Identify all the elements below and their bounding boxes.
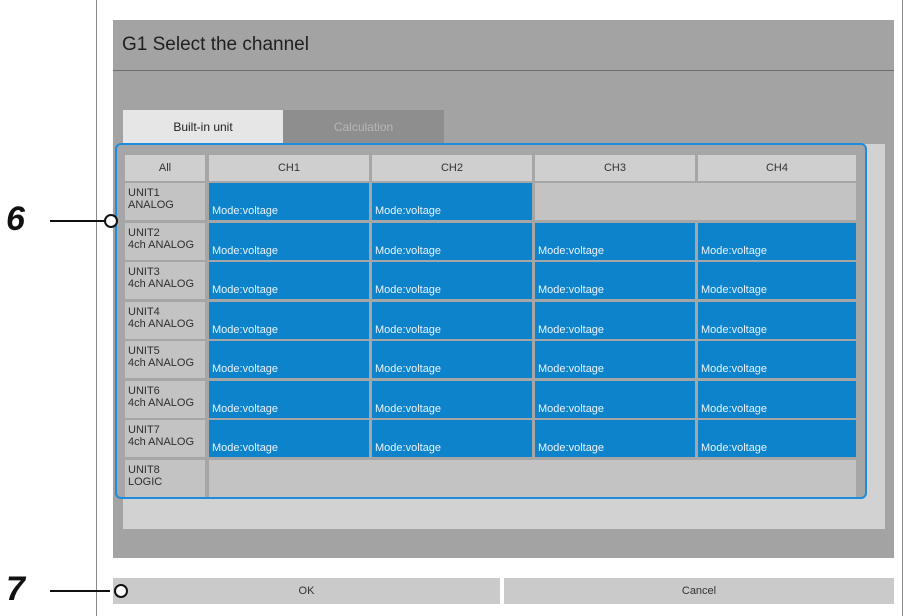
channel-cell[interactable]: Mode:voltage: [372, 302, 532, 339]
column-header-ch1[interactable]: CH1: [209, 155, 369, 181]
callout-7-dot: [114, 584, 128, 598]
unit-type: LOGIC: [128, 476, 163, 488]
unit-row-label[interactable]: UNIT8 LOGIC: [125, 460, 205, 497]
tab-calculation[interactable]: Calculation: [283, 110, 444, 144]
unit-row-label[interactable]: UNIT3 4ch ANALOG: [125, 262, 205, 299]
unit-type: 4ch ANALOG: [128, 239, 195, 251]
unit-row-label[interactable]: UNIT7 4ch ANALOG: [125, 420, 205, 457]
channel-cell[interactable]: Mode:voltage: [209, 183, 369, 220]
channel-cell[interactable]: Mode:voltage: [535, 223, 695, 260]
unit-type: 4ch ANALOG: [128, 278, 195, 290]
channel-cell[interactable]: Mode:voltage: [535, 420, 695, 457]
channel-cell[interactable]: Mode:voltage: [535, 381, 695, 418]
channel-cell[interactable]: Mode:voltage: [535, 341, 695, 378]
channel-cell[interactable]: Mode:voltage: [209, 262, 369, 299]
callout-6-line: [50, 220, 110, 222]
column-header-ch2[interactable]: CH2: [372, 155, 532, 181]
unit-row-label[interactable]: UNIT4 4ch ANALOG: [125, 302, 205, 339]
channel-cell[interactable]: Mode:voltage: [372, 262, 532, 299]
unit-name: UNIT7: [128, 424, 160, 436]
unit-name: UNIT2: [128, 227, 160, 239]
dialog-title: G1 Select the channel: [122, 34, 309, 55]
channel-cell[interactable]: Mode:voltage: [372, 183, 532, 220]
unit-name: UNIT4: [128, 306, 160, 318]
channel-cell[interactable]: Mode:voltage: [209, 223, 369, 260]
unit-type: 4ch ANALOG: [128, 318, 195, 330]
channel-cell[interactable]: Mode:voltage: [698, 302, 856, 339]
title-divider: [113, 70, 894, 71]
channel-cell[interactable]: Mode:voltage: [209, 341, 369, 378]
callout-7-label: 7: [6, 570, 25, 608]
channel-cell[interactable]: Mode:voltage: [372, 381, 532, 418]
ok-button[interactable]: OK: [113, 578, 500, 604]
channel-cell[interactable]: Mode:voltage: [698, 262, 856, 299]
callout-6-label: 6: [6, 200, 25, 238]
empty-cell: [209, 460, 856, 497]
unit-name: UNIT6: [128, 385, 160, 397]
channel-cell[interactable]: Mode:voltage: [535, 302, 695, 339]
unit-row-label[interactable]: UNIT1 ANALOG: [125, 183, 205, 220]
channel-cell[interactable]: Mode:voltage: [535, 262, 695, 299]
unit-row-label[interactable]: UNIT6 4ch ANALOG: [125, 381, 205, 418]
select-all-button[interactable]: All: [125, 155, 205, 181]
channel-cell[interactable]: Mode:voltage: [372, 341, 532, 378]
channel-cell[interactable]: Mode:voltage: [209, 381, 369, 418]
column-header-ch3[interactable]: CH3: [535, 155, 695, 181]
unit-type: 4ch ANALOG: [128, 357, 195, 369]
unit-row-label[interactable]: UNIT5 4ch ANALOG: [125, 341, 205, 378]
tab-built-in-unit[interactable]: Built-in unit: [123, 110, 283, 144]
column-header-ch4[interactable]: CH4: [698, 155, 856, 181]
unit-type: 4ch ANALOG: [128, 397, 195, 409]
channel-cell[interactable]: Mode:voltage: [698, 381, 856, 418]
channel-cell[interactable]: Mode:voltage: [698, 341, 856, 378]
callout-6-dot: [104, 214, 118, 228]
unit-type: 4ch ANALOG: [128, 436, 195, 448]
channel-cell[interactable]: Mode:voltage: [698, 223, 856, 260]
unit-type: ANALOG: [128, 199, 174, 211]
channel-cell[interactable]: Mode:voltage: [209, 420, 369, 457]
unit-name: UNIT8: [128, 464, 160, 476]
cancel-button[interactable]: Cancel: [504, 578, 894, 604]
channel-cell[interactable]: Mode:voltage: [698, 420, 856, 457]
channel-cell[interactable]: Mode:voltage: [372, 223, 532, 260]
channel-cell[interactable]: Mode:voltage: [372, 420, 532, 457]
channel-cell[interactable]: Mode:voltage: [209, 302, 369, 339]
unit-row-label[interactable]: UNIT2 4ch ANALOG: [125, 223, 205, 260]
unit-name: UNIT3: [128, 266, 160, 278]
empty-cell: [535, 183, 856, 220]
callout-7-line: [50, 590, 110, 592]
unit-name: UNIT5: [128, 345, 160, 357]
channel-grid: All CH1 CH2 CH3 CH4 UNIT1 ANALOG Mode:volt…: [115, 143, 867, 499]
unit-name: UNIT1: [128, 187, 160, 199]
